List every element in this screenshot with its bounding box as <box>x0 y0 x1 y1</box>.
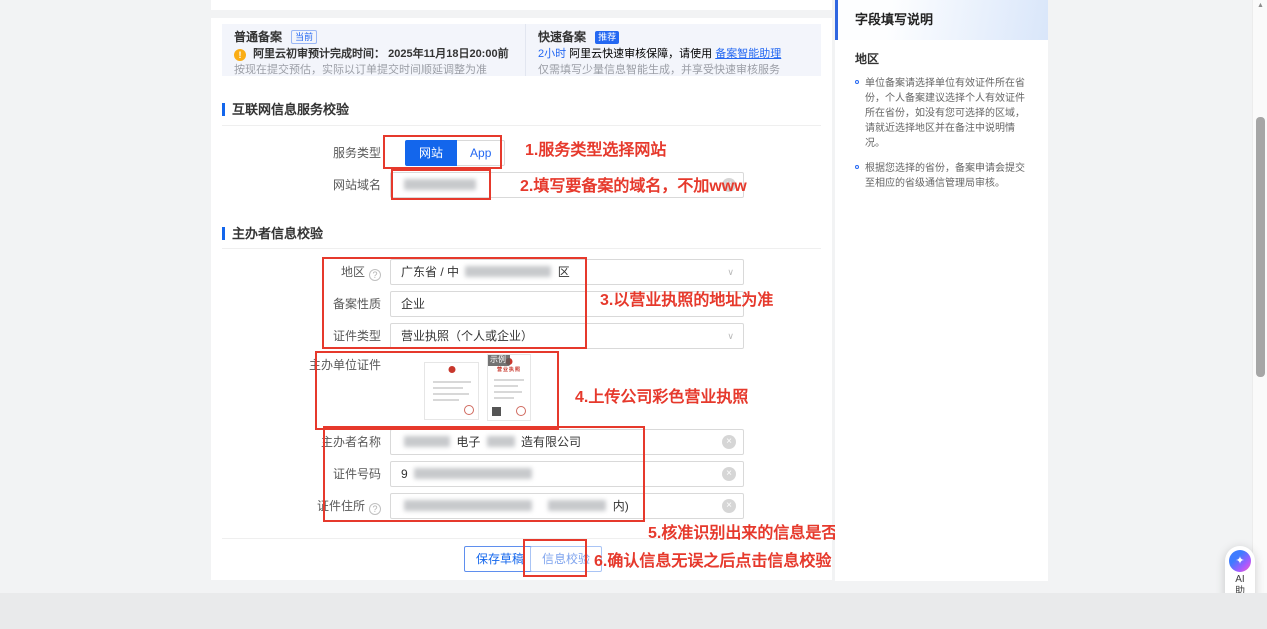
redacted-cert-no <box>414 468 532 479</box>
sponsor-name-label: 主办者名称 <box>271 434 381 450</box>
field-guide-tip: 根据您选择的省份，备案申请会提交至相应的省级通信管理局审核。 <box>855 161 1030 191</box>
nature-input[interactable]: 企业 <box>390 291 744 317</box>
redacted-name-value <box>487 436 515 447</box>
scrollbar-thumb[interactable] <box>1256 117 1265 377</box>
license-text-line <box>494 397 514 399</box>
sparkle-icon: ✦ <box>1229 550 1251 572</box>
redacted-addr-value <box>404 500 532 511</box>
license-seal-icon <box>516 406 526 416</box>
redacted-region-value <box>465 266 551 277</box>
field-guide-sidebar: 字段填写说明 地区 单位备案请选择单位有效证件所在省份，个人备案建议选择个人有效… <box>835 0 1048 581</box>
license-emblem-icon <box>448 366 455 373</box>
service-type-label: 服务类型 <box>271 145 381 161</box>
license-text-line <box>433 381 471 383</box>
chevron-down-icon: ∨ <box>727 324 734 348</box>
license-title: 营业执照 <box>488 366 530 373</box>
field-guide-content: 地区 单位备案请选择单位有效证件所在省份，个人备案建议选择个人有效证件所在省份，… <box>835 44 1048 201</box>
region-label: 地区? <box>271 264 381 280</box>
normal-filing-title: 普通备案 <box>234 30 282 44</box>
sponsor-name-input[interactable]: 电子 造有限公司 × <box>390 429 744 455</box>
name-value-mid: 电子 <box>456 435 480 449</box>
normal-filing-note: 按现在提交预估，实际以订单提交时间顺延调整为准 <box>234 62 513 78</box>
section-title-internet: 互联网信息服务校验 <box>222 103 349 117</box>
license-seal-icon <box>464 405 474 415</box>
fast-filing-title: 快速备案 <box>538 30 586 44</box>
scroll-up-icon[interactable]: ▲ <box>1253 2 1267 9</box>
unit-cert-label: 主办单位证件 <box>271 357 381 373</box>
redacted-name-value <box>404 436 450 447</box>
clear-icon[interactable]: × <box>722 178 736 192</box>
redacted-domain-value <box>404 179 476 190</box>
license-text-line <box>433 387 463 389</box>
divider <box>222 248 821 249</box>
clear-icon[interactable]: × <box>722 467 736 481</box>
license-qr-icon <box>492 407 501 416</box>
bullet-icon <box>855 165 859 169</box>
license-text-line <box>494 379 524 381</box>
recommend-badge: 推荐 <box>595 31 619 44</box>
clear-icon[interactable]: × <box>722 435 736 449</box>
region-value-post: 区 <box>558 265 570 279</box>
fast-highlight: 2小时 <box>538 48 566 60</box>
cert-addr-input[interactable]: 内) × <box>390 493 744 519</box>
fast-text: 阿里云快速审核保障，请使用 <box>566 48 715 60</box>
redacted-addr-value <box>548 500 606 511</box>
review-eta-text: 阿里云初审预计完成时间： 2025年11月18日20:00前 <box>253 48 509 60</box>
cert-no-input[interactable]: 9 × <box>390 461 744 487</box>
chevron-down-icon: ∨ <box>727 260 734 284</box>
page-scrollbar[interactable]: ▲ ▼ <box>1252 0 1267 629</box>
cert-addr-label: 证件住所? <box>271 498 381 514</box>
cert-no-pre: 9 <box>401 467 408 481</box>
cert-type-label: 证件类型 <box>271 328 381 344</box>
info-icon[interactable]: ? <box>369 503 381 515</box>
nature-label: 备案性质 <box>271 296 381 312</box>
license-text-line <box>433 399 459 401</box>
divider <box>222 125 821 126</box>
field-guide-header: 字段填写说明 <box>835 0 1048 40</box>
cert-type-value: 营业执照（个人或企业） <box>401 329 533 343</box>
filing-mode-notice: 普通备案 当前 ! 阿里云初审预计完成时间： 2025年11月18日20:00前… <box>222 24 821 76</box>
clear-icon[interactable]: × <box>722 499 736 513</box>
license-text-line <box>494 385 518 387</box>
addr-value-post: 内) <box>613 499 629 513</box>
warning-icon: ! <box>234 49 246 61</box>
cert-type-select[interactable]: 营业执照（个人或企业） ∨ <box>390 323 744 349</box>
domain-label: 网站域名 <box>271 177 381 193</box>
section-bar <box>222 103 225 116</box>
name-value-post: 造有限公司 <box>521 435 581 449</box>
fast-filing-notice: 快速备案 推荐 2小时 阿里云快速审核保障，请使用 备案智能助理 仅需填写少量信… <box>525 24 821 76</box>
app-toggle-button[interactable]: App <box>457 140 505 166</box>
bullet-icon <box>855 80 859 84</box>
region-select[interactable]: 广东省 / 中 区 ∨ <box>390 259 744 285</box>
current-badge: 当前 <box>291 30 317 44</box>
verify-info-button[interactable]: 信息校验 <box>530 546 602 572</box>
nature-value: 企业 <box>401 297 425 311</box>
region-value-pre: 广东省 / 中 <box>401 265 459 279</box>
icp-filing-page: 普通备案 当前 ! 阿里云初审预计完成时间： 2025年11月18日20:00前… <box>0 0 1267 629</box>
fast-filing-note: 仅需填写少量信息智能生成，并享受快速审核服务 <box>538 62 809 78</box>
filing-form-card: 普通备案 当前 ! 阿里云初审预计完成时间： 2025年11月18日20:00前… <box>211 18 832 580</box>
assistant-link[interactable]: 备案智能助理 <box>715 48 781 60</box>
divider <box>222 538 821 539</box>
normal-filing-notice: 普通备案 当前 ! 阿里云初审预计完成时间： 2025年11月18日20:00前… <box>222 24 525 76</box>
sample-badge: 示例 <box>487 354 510 366</box>
unit-cert-sample-image[interactable]: 示例 营业执照 <box>487 354 531 421</box>
previous-card-edge <box>211 0 832 10</box>
unit-cert-uploaded-image[interactable] <box>424 362 479 420</box>
ai-assistant-label: AI <box>1225 574 1255 586</box>
field-guide-field-name: 地区 <box>855 50 1030 67</box>
website-toggle-button[interactable]: 网站 <box>405 140 457 166</box>
license-text-line <box>433 393 469 395</box>
save-draft-button[interactable]: 保存草稿 <box>464 546 536 572</box>
license-text-line <box>494 391 522 393</box>
domain-input[interactable]: × <box>390 172 744 198</box>
footer-area <box>0 593 1267 629</box>
service-type-toggle: 网站 App <box>405 140 505 166</box>
section-title-sponsor: 主办者信息校验 <box>222 227 323 241</box>
info-icon[interactable]: ? <box>369 269 381 281</box>
cert-no-label: 证件号码 <box>271 466 381 482</box>
section-bar <box>222 227 225 240</box>
field-guide-tip: 单位备案请选择单位有效证件所在省份，个人备案建议选择个人有效证件所在省份，如没有… <box>855 76 1030 151</box>
field-guide-title: 字段填写说明 <box>855 0 1048 40</box>
